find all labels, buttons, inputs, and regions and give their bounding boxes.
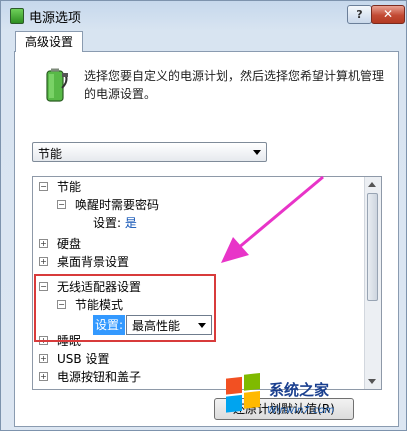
tree-item[interactable]: − 节能 — [39, 178, 81, 196]
tree-item-label: USB 设置 — [57, 352, 110, 366]
watermark-brand: 系统之家 — [269, 381, 330, 399]
collapse-icon[interactable]: − — [57, 200, 66, 209]
power-plan-select[interactable]: 节能 — [32, 142, 267, 162]
power-plan-icon — [46, 68, 68, 102]
power-plan-value: 节能 — [38, 147, 63, 161]
expand-icon[interactable]: + — [39, 239, 48, 248]
scrollbar-thumb[interactable] — [367, 193, 378, 301]
title-bar[interactable]: 电源选项 ? ✕ — [1, 1, 406, 29]
annotation-highlight-box — [34, 274, 216, 342]
tree-item[interactable]: + 硬盘 — [39, 235, 81, 253]
panel-description: 选择您要自定义的电源计划，然后选择您希望计算机管理的电源设置。 — [84, 69, 385, 101]
expand-icon[interactable]: + — [39, 354, 48, 363]
window-title: 电源选项 — [29, 11, 82, 26]
tree-item-label: 唤醒时需要密码 — [75, 198, 160, 212]
watermark-url: Winwin7.com — [267, 405, 335, 416]
tree-item-label: 节能 — [57, 180, 82, 194]
help-button[interactable]: ? — [347, 5, 372, 24]
annotation-arrow-icon — [221, 175, 324, 263]
chevron-down-icon — [253, 150, 261, 155]
setting-label: 设置: — [93, 216, 122, 230]
scroll-up-icon[interactable] — [368, 182, 376, 187]
power-options-window: 电源选项 ? ✕ 高级设置 选择您要自定义的电源计划，然后选择您希望计算机管理的… — [0, 0, 407, 431]
tree-item-label: 电源按钮和盖子 — [57, 370, 142, 384]
expand-icon[interactable]: + — [39, 257, 48, 266]
tree-setting-row[interactable]: 设置: 是 — [93, 214, 137, 232]
tree-item[interactable]: + 桌面背景设置 — [39, 253, 129, 271]
battery-icon — [10, 8, 24, 24]
tree-scrollbar[interactable] — [364, 177, 381, 389]
tree-item[interactable]: − 唤醒时需要密码 — [57, 196, 159, 214]
tree-item-label: 硬盘 — [57, 237, 82, 251]
tree-item[interactable]: + USB 设置 — [39, 350, 109, 368]
collapse-icon[interactable]: − — [39, 182, 48, 191]
tab-advanced-settings[interactable]: 高级设置 — [15, 31, 83, 52]
expand-icon[interactable]: + — [39, 372, 48, 381]
tree-item[interactable]: + 电源按钮和盖子 — [39, 368, 141, 386]
tree-item-label: 桌面背景设置 — [57, 255, 130, 269]
setting-value[interactable]: 是 — [125, 216, 137, 230]
close-button[interactable]: ✕ — [371, 5, 405, 24]
